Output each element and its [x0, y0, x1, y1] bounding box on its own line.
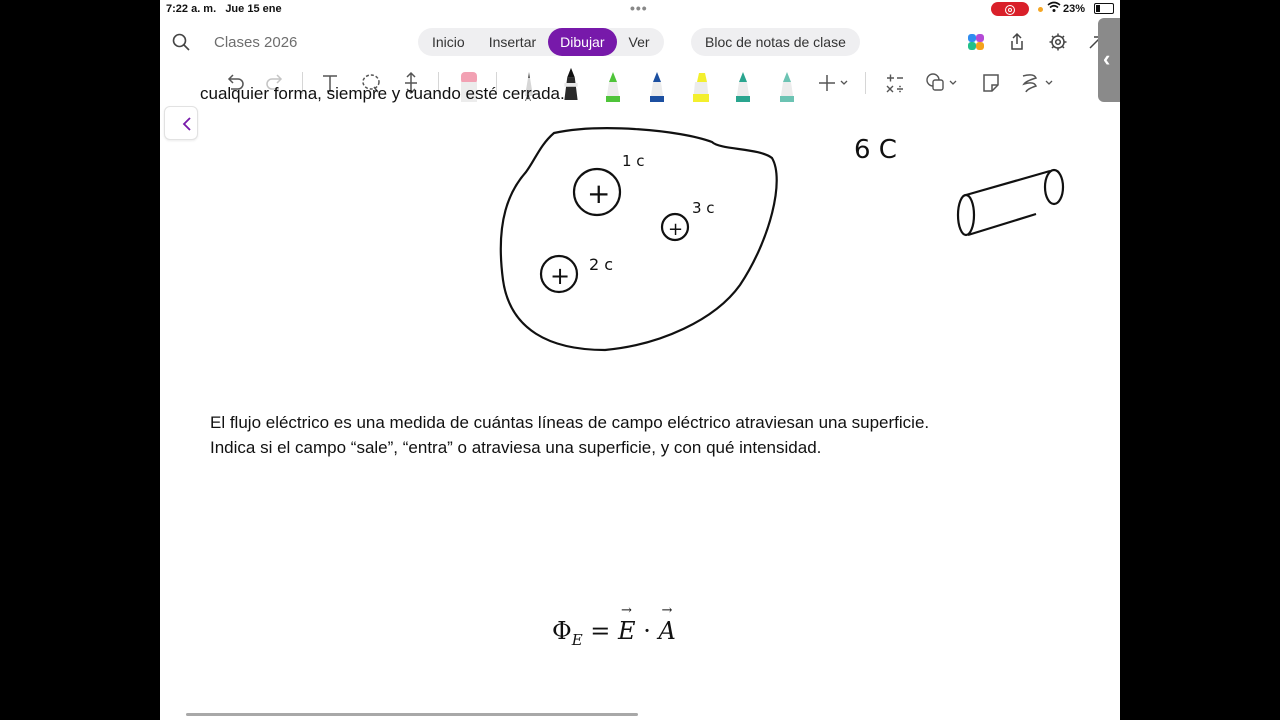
onenote-screen: 7:22 a. m. Jue 15 ene ••• 23% Clases 202…: [160, 0, 1120, 720]
paragraph-line-2: Indica si el campo “sale”, “entra” o atr…: [210, 438, 822, 457]
dot-operator: ·: [643, 617, 651, 645]
charge-sign-1: +: [587, 177, 610, 210]
status-time: 7:22 a. m. Jue 15 ene: [166, 3, 282, 15]
cylinder-sketch: [956, 168, 1065, 237]
light-teal-pen-icon[interactable]: [774, 68, 800, 102]
flux-symbol: Φ: [552, 617, 572, 645]
tab-ver[interactable]: Ver: [617, 28, 662, 56]
status-bar: 7:22 a. m. Jue 15 ene ••• 23%: [160, 0, 1120, 18]
copilot-icon[interactable]: [966, 32, 986, 52]
wifi-icon: [1047, 1, 1061, 16]
battery-icon: [1094, 3, 1114, 14]
flux-subscript: E: [571, 631, 583, 649]
search-icon[interactable]: [172, 33, 190, 51]
tab-inicio[interactable]: Inicio: [420, 28, 477, 56]
chevron-left-icon: [182, 117, 191, 131]
screen-record-icon[interactable]: [991, 2, 1029, 16]
horizontal-scrollbar[interactable]: [186, 713, 638, 716]
charge-sign-2: +: [550, 262, 570, 290]
shapes-icon[interactable]: [924, 70, 960, 96]
area-vector: A: [658, 603, 675, 645]
back-button[interactable]: [164, 106, 198, 140]
field-vector: E: [618, 603, 636, 645]
flux-formula: ΦE = E · A: [552, 603, 676, 649]
ink-to-text-icon[interactable]: [978, 70, 1004, 96]
notebook-title[interactable]: Clases 2026: [214, 34, 297, 51]
side-pane-handle[interactable]: ‹: [1098, 18, 1120, 102]
share-icon[interactable]: [1007, 32, 1027, 52]
battery-percent: 23%: [1063, 3, 1086, 15]
charge-label-3: 3 c: [692, 199, 715, 217]
ink-to-math-icon[interactable]: [882, 70, 908, 96]
top-nav: Clases 2026 Inicio Insertar Dibujar Ver …: [160, 24, 1120, 60]
multitasking-dots-icon[interactable]: •••: [630, 0, 648, 16]
chevron-left-icon: ‹: [1103, 46, 1111, 71]
ink-canvas[interactable]: + 1 c + 3 c + 2 c 6 C: [160, 100, 1120, 380]
equals-sign: =: [590, 617, 611, 645]
green-pen-icon[interactable]: [600, 68, 626, 102]
yellow-highlighter-icon[interactable]: [688, 68, 714, 102]
charge-label-2: 2 c: [589, 255, 613, 274]
settings-icon[interactable]: [1048, 32, 1068, 52]
flux-definition-paragraph: El flujo eléctrico es una medida de cuán…: [210, 410, 1070, 460]
replay-icon[interactable]: [1018, 70, 1058, 96]
charge-label-1: 1 c: [622, 152, 645, 170]
total-charge-label: 6 C: [854, 135, 897, 165]
class-notebook-tab[interactable]: Bloc de notas de clase: [691, 28, 860, 56]
charge-sign-3: +: [668, 219, 683, 240]
tab-insertar[interactable]: Insertar: [477, 28, 548, 56]
blue-pen-icon[interactable]: [644, 68, 670, 102]
add-pen-icon[interactable]: [816, 70, 852, 96]
paragraph-line-1: El flujo eléctrico es una medida de cuán…: [210, 413, 930, 432]
teal-pen-icon[interactable]: [730, 68, 756, 102]
mic-indicator-icon: [1038, 7, 1043, 12]
ribbon-tabs: Inicio Insertar Dibujar Ver: [418, 28, 664, 56]
tab-dibujar[interactable]: Dibujar: [548, 28, 617, 56]
toolbar-divider: [865, 72, 866, 94]
status-date: Jue 15 ene: [225, 3, 282, 15]
